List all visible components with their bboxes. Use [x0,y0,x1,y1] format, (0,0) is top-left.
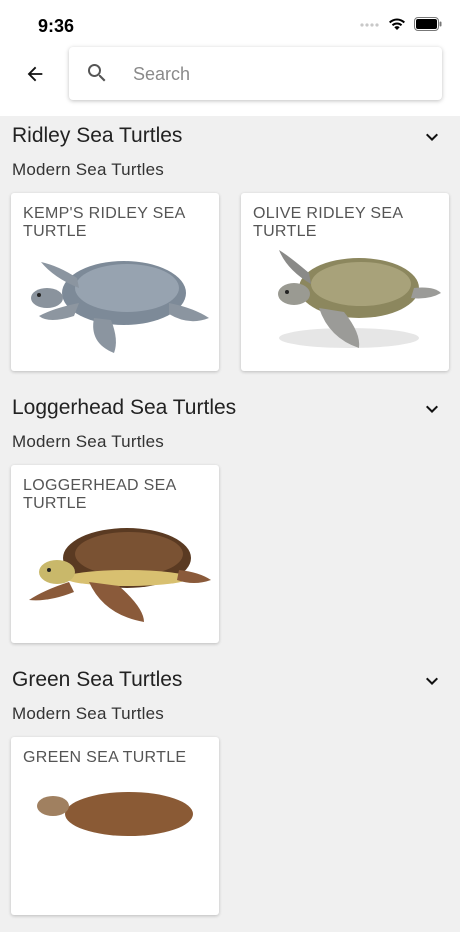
turtle-image [29,528,211,622]
section-green: Green Sea Turtles Modern Sea Turtles GRE… [0,660,460,932]
chevron-down-icon[interactable] [420,125,444,149]
back-button[interactable] [20,59,50,89]
section-ridley: Ridley Sea Turtles Modern Sea Turtles KE… [0,116,460,388]
chevron-down-icon[interactable] [420,669,444,693]
status-bar: 9:36 [0,0,460,48]
turtle-image [278,250,441,348]
search-icon [88,64,106,82]
card-title: GREEN SEA TURTLE [23,749,187,766]
arrow-left-icon [27,66,43,82]
cellular-signal-icon [360,23,379,27]
card-title: KEMP'S RIDLEY SEA TURTLE [23,205,185,240]
section-title: Loggerhead Sea Turtles [12,396,237,419]
wifi-icon [389,18,405,30]
card-loggerhead[interactable]: LOGGERHEAD SEA TURTLE [11,465,219,643]
search-input[interactable] [131,59,425,89]
card-green[interactable]: GREEN SEA TURTLE [11,737,219,915]
status-time: 9:36 [38,16,75,36]
section-subtitle: Modern Sea Turtles [12,160,164,179]
app-header: 9:36 [0,0,460,116]
section-title: Ridley Sea Turtles [12,124,183,147]
content-list: Ridley Sea Turtles Modern Sea Turtles KE… [0,116,460,932]
search-bar[interactable] [69,47,442,100]
card-title: LOGGERHEAD SEA TURTLE [23,477,176,512]
card-kemps-ridley[interactable]: KEMP'S RIDLEY SEA TURTLE [11,193,219,371]
turtle-image [37,792,193,836]
card-olive-ridley[interactable]: OLIVE RIDLEY SEA TURTLE [241,193,449,371]
turtle-image [31,261,209,353]
section-loggerhead: Loggerhead Sea Turtles Modern Sea Turtle… [0,388,460,660]
section-subtitle: Modern Sea Turtles [12,704,164,723]
section-subtitle: Modern Sea Turtles [12,432,164,451]
chevron-down-icon[interactable] [420,397,444,421]
section-title: Green Sea Turtles [12,668,183,691]
battery-icon [414,17,442,31]
card-title: OLIVE RIDLEY SEA TURTLE [253,205,403,240]
status-icons [360,17,442,31]
